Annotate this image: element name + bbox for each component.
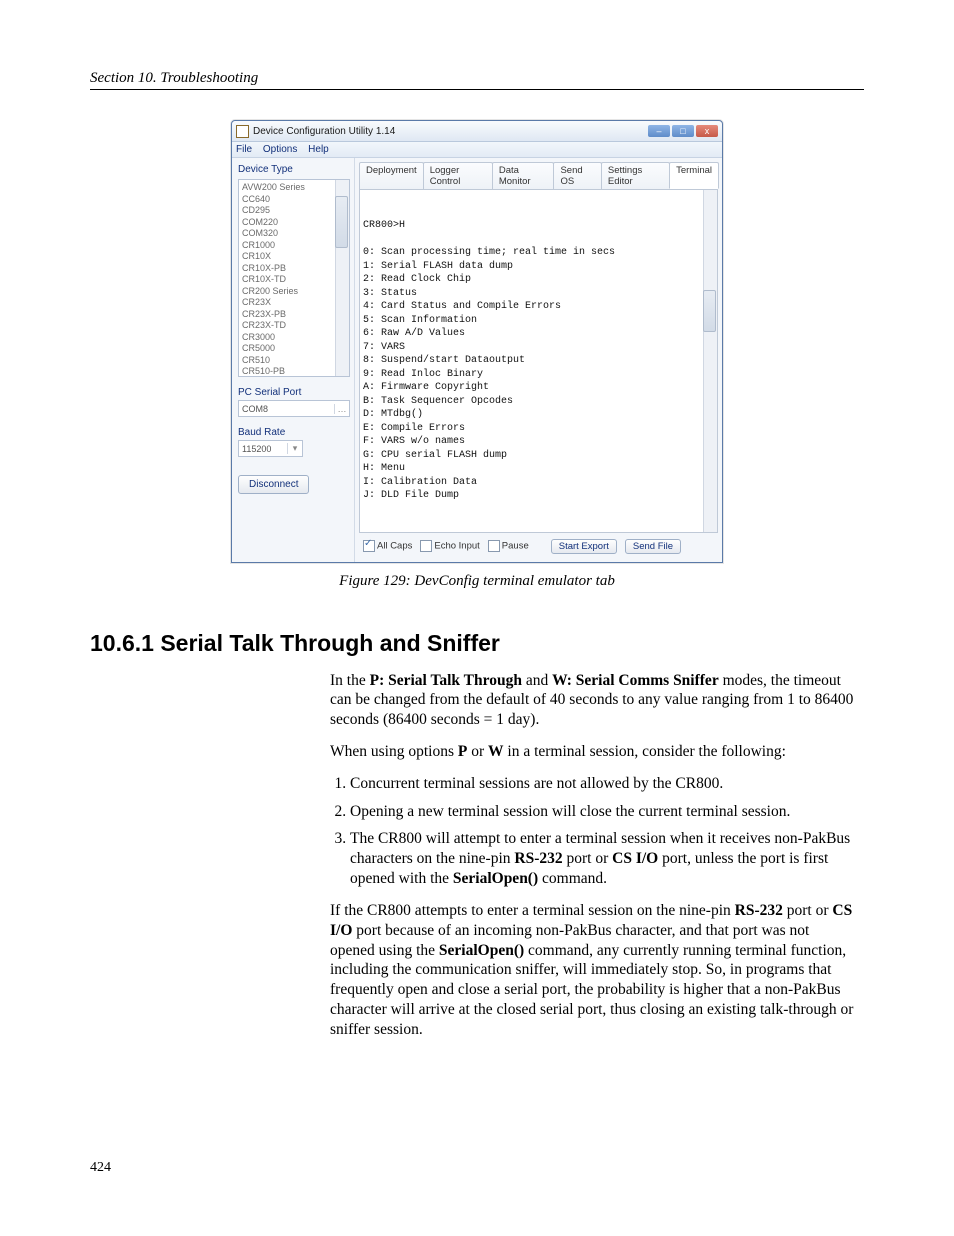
menu-options[interactable]: Options (263, 144, 297, 155)
paragraph: If the CR800 attempts to enter a termina… (330, 901, 854, 1040)
pause-checkbox[interactable] (488, 540, 500, 552)
tab-terminal[interactable]: Terminal (669, 162, 719, 189)
terminal-output[interactable]: CR800>H 0: Scan processing time; real ti… (359, 189, 718, 533)
text-run: in a terminal session, consider the foll… (504, 743, 786, 760)
text-run: or (467, 743, 488, 760)
start-export-button[interactable]: Start Export (551, 539, 617, 554)
terminal-bottom-controls: All Caps Echo Input Pause Start Export S… (359, 533, 718, 556)
bold-run: RS-232 (514, 850, 562, 867)
device-list-item[interactable]: CR200 Series (242, 286, 349, 298)
send-file-button[interactable]: Send File (625, 539, 681, 554)
device-list-item[interactable]: CR510 (242, 355, 349, 367)
bold-run: W (488, 743, 504, 760)
bold-run: SerialOpen() (453, 870, 538, 887)
baud-rate-value: 115200 (242, 444, 271, 454)
list-item: Opening a new terminal session will clos… (350, 802, 854, 822)
device-list-item[interactable]: CR510-PB (242, 366, 349, 377)
menu-file[interactable]: File (236, 144, 252, 155)
device-list-item[interactable]: CR5000 (242, 343, 349, 355)
bold-run: RS-232 (735, 902, 783, 919)
close-button[interactable]: x (696, 125, 718, 137)
body-text: In the P: Serial Talk Through and W: Ser… (330, 671, 854, 1040)
bold-run: SerialOpen() (439, 942, 524, 959)
text-run: and (522, 672, 552, 689)
pause-label: Pause (502, 541, 529, 552)
section-heading: 10.6.1 Serial Talk Through and Sniffer (90, 630, 864, 657)
allcaps-checkbox[interactable] (363, 540, 375, 552)
device-list-item[interactable]: CR23X-PB (242, 309, 349, 321)
bold-run: P (458, 743, 467, 760)
scrollbar-thumb[interactable] (703, 290, 716, 332)
devconfig-window: Device Configuration Utility 1.14 – □ x … (231, 120, 723, 563)
device-type-list[interactable]: AVW200 SeriesCC640CD295COM220COM320CR100… (238, 179, 350, 377)
menubar: File Options Help (232, 142, 722, 158)
device-list-item[interactable]: CD295 (242, 205, 349, 217)
text-run: If the CR800 attempts to enter a termina… (330, 902, 735, 919)
bold-run: P: Serial Talk Through (370, 672, 522, 689)
echo-checkbox[interactable] (420, 540, 432, 552)
minimize-button[interactable]: – (648, 125, 670, 137)
list-item: The CR800 will attempt to enter a termin… (350, 829, 854, 888)
tab-data-monitor[interactable]: Data Monitor (492, 162, 555, 189)
text-run: When using options (330, 743, 458, 760)
ellipsis-icon[interactable]: … (334, 404, 349, 414)
device-list-item[interactable]: CR10X-TD (242, 274, 349, 286)
device-list-item[interactable]: CR1000 (242, 240, 349, 252)
device-list-scrollbar[interactable] (335, 180, 349, 376)
device-list-item[interactable]: CR23X-TD (242, 320, 349, 332)
text-run: port or (783, 902, 833, 919)
device-list-item[interactable]: CR23X (242, 297, 349, 309)
running-header: Section 10. Troubleshooting (90, 70, 864, 90)
app-icon (236, 125, 249, 138)
echo-label: Echo Input (434, 541, 479, 552)
device-list-item[interactable]: CR10X-PB (242, 263, 349, 275)
device-list-item[interactable]: CR10X (242, 251, 349, 263)
tab-logger-control[interactable]: Logger Control (423, 162, 493, 189)
paragraph: In the P: Serial Talk Through and W: Ser… (330, 671, 854, 730)
device-list-item[interactable]: CR3000 (242, 332, 349, 344)
bold-run: W: Serial Comms Sniffer (552, 672, 719, 689)
tab-settings-editor[interactable]: Settings Editor (601, 162, 670, 189)
text-run: In the (330, 672, 370, 689)
baud-rate-label: Baud Rate (238, 427, 350, 438)
baud-rate-combo[interactable]: 115200 ▾ (238, 440, 303, 457)
text-run: port or (563, 850, 613, 867)
pc-serial-port-value: COM8 (242, 404, 268, 414)
device-list-item[interactable]: COM220 (242, 217, 349, 229)
allcaps-label: All Caps (377, 541, 412, 552)
device-list-item[interactable]: CC640 (242, 194, 349, 206)
tabstrip: DeploymentLogger ControlData MonitorSend… (359, 162, 718, 189)
scrollbar-thumb[interactable] (335, 196, 348, 248)
paragraph: When using options P or W in a terminal … (330, 742, 854, 762)
figure-caption: Figure 129: DevConfig terminal emulator … (90, 573, 864, 590)
page-number: 424 (90, 1160, 864, 1176)
text-run: command. (538, 870, 607, 887)
tab-deployment[interactable]: Deployment (359, 162, 424, 189)
device-list-item[interactable]: AVW200 Series (242, 182, 349, 194)
device-type-label: Device Type (238, 164, 350, 175)
bold-run: CS I/O (612, 850, 658, 867)
figure-screenshot: Device Configuration Utility 1.14 – □ x … (90, 120, 864, 563)
window-title: Device Configuration Utility 1.14 (253, 126, 648, 137)
terminal-scrollbar[interactable] (703, 190, 717, 532)
chevron-down-icon[interactable]: ▾ (287, 443, 302, 454)
menu-help[interactable]: Help (308, 144, 329, 155)
terminal-text: CR800>H 0: Scan processing time; real ti… (363, 219, 714, 503)
pc-serial-port-combo[interactable]: COM8 … (238, 400, 350, 417)
window-titlebar: Device Configuration Utility 1.14 – □ x (232, 121, 722, 142)
list-item: Concurrent terminal sessions are not all… (350, 774, 854, 794)
disconnect-button[interactable]: Disconnect (238, 475, 309, 494)
pc-serial-port-label: PC Serial Port (238, 387, 350, 398)
maximize-button[interactable]: □ (672, 125, 694, 137)
device-list-item[interactable]: COM320 (242, 228, 349, 240)
tab-send-os[interactable]: Send OS (553, 162, 601, 189)
